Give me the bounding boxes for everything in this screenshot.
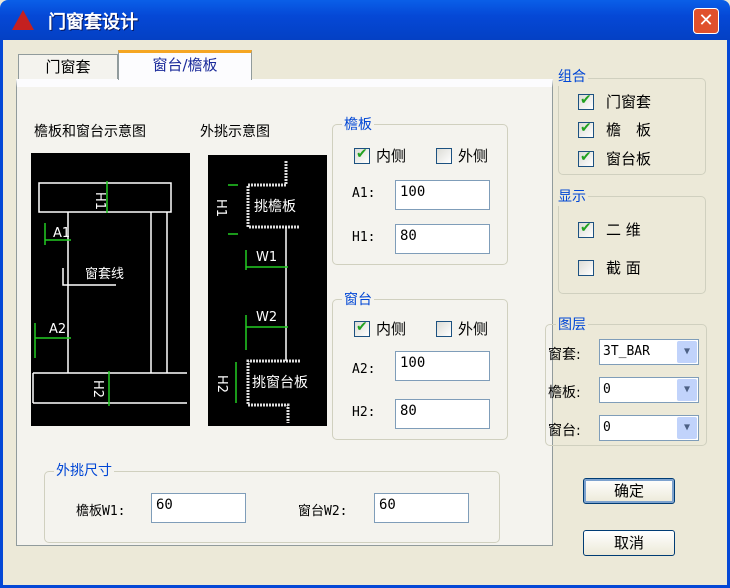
layer-frame-select[interactable]: 3T_BAR ▼ xyxy=(599,339,699,365)
a2-label: A2: xyxy=(352,362,376,377)
select-value: 0 xyxy=(603,382,611,397)
combo-frame-checkbox[interactable]: 门窗套 xyxy=(578,91,651,112)
label-overhang-eave: 挑檐板 xyxy=(254,199,296,215)
h1-input[interactable]: 80 xyxy=(395,224,490,254)
label-w1: W1 xyxy=(256,250,277,265)
diagram-caption-left: 檐板和窗台示意图 xyxy=(34,124,146,140)
label-overhang-sill: 挑窗台板 xyxy=(252,374,308,391)
checkbox-label: 外侧 xyxy=(458,320,489,338)
diagram-caption-right: 外挑示意图 xyxy=(200,124,270,140)
tab-door-window-frame[interactable]: 门窗套 xyxy=(18,54,118,80)
a1-input[interactable]: 100 xyxy=(395,180,490,210)
layer-sill-label: 窗台: xyxy=(548,423,581,439)
select-value: 0 xyxy=(603,420,611,435)
label-a1: A1 xyxy=(53,226,70,241)
checkbox-label: 内侧 xyxy=(376,320,407,338)
checkbox-icon[interactable] xyxy=(578,92,594,110)
checkbox-label: 外侧 xyxy=(458,147,489,165)
checkbox-icon[interactable] xyxy=(578,149,594,167)
eave-sill-diagram: H1 A1 窗套线 A2 H2 xyxy=(31,153,190,426)
checkbox-icon[interactable] xyxy=(354,146,370,164)
label-a2: A2 xyxy=(49,322,66,337)
chevron-down-icon[interactable]: ▼ xyxy=(677,341,697,363)
h1-label: H1: xyxy=(352,230,376,245)
overhang-group-title: 外挑尺寸 xyxy=(54,460,114,480)
sill-outer-checkbox[interactable]: 外侧 xyxy=(436,318,488,339)
cancel-button[interactable]: 取消 xyxy=(583,530,675,556)
h2-input[interactable]: 80 xyxy=(395,399,490,429)
layer-eave-select[interactable]: 0 ▼ xyxy=(599,377,699,403)
checkbox-label: 窗台板 xyxy=(606,150,652,168)
combo-sill-checkbox[interactable]: 窗台板 xyxy=(578,148,651,169)
label-h1: H1 xyxy=(213,199,228,217)
w2-input[interactable]: 60 xyxy=(374,493,469,523)
checkbox-icon[interactable] xyxy=(578,220,594,238)
sill-inner-checkbox[interactable]: 内侧 xyxy=(354,318,406,339)
window-title: 门窗套设计 xyxy=(48,12,138,33)
w1-label: 檐板W1: xyxy=(76,504,126,519)
display-group-title: 显示 xyxy=(556,186,588,206)
w2-label: 窗台W2: xyxy=(298,504,348,519)
checkbox-icon[interactable] xyxy=(578,120,594,138)
label-frame-line: 窗套线 xyxy=(85,266,124,282)
tab-sill-eave[interactable]: 窗台/檐板 xyxy=(118,50,252,80)
chevron-down-icon[interactable]: ▼ xyxy=(677,379,697,401)
ok-button[interactable]: 确定 xyxy=(583,478,675,504)
checkbox-icon[interactable] xyxy=(354,319,370,337)
a1-label: A1: xyxy=(352,186,376,201)
checkbox-icon[interactable] xyxy=(578,259,594,276)
checkbox-label: 截 面 xyxy=(606,259,641,277)
a2-input[interactable]: 100 xyxy=(395,351,490,381)
chevron-down-icon[interactable]: ▼ xyxy=(677,417,697,439)
w1-input[interactable]: 60 xyxy=(151,493,246,523)
label-h2: H2 xyxy=(90,380,105,398)
eave-group-title: 檐板 xyxy=(342,114,374,134)
layer-sill-select[interactable]: 0 ▼ xyxy=(599,415,699,441)
checkbox-label: 二 维 xyxy=(606,221,641,239)
label-h1: H1 xyxy=(92,192,107,210)
close-button[interactable]: ✕ xyxy=(693,8,719,34)
select-value: 3T_BAR xyxy=(603,344,650,359)
combo-eave-checkbox[interactable]: 檐 板 xyxy=(578,119,651,140)
label-h2: H2 xyxy=(214,375,229,393)
label-w2: W2 xyxy=(256,310,277,325)
eave-outer-checkbox[interactable]: 外侧 xyxy=(436,145,488,166)
display-group xyxy=(558,196,706,294)
display-2d-checkbox[interactable]: 二 维 xyxy=(578,219,641,240)
display-section-checkbox[interactable]: 截 面 xyxy=(578,257,641,278)
layers-group-title: 图层 xyxy=(556,314,588,334)
h2-label: H2: xyxy=(352,405,376,420)
checkbox-label: 门窗套 xyxy=(606,93,652,111)
layer-eave-label: 檐板: xyxy=(548,385,581,401)
checkbox-icon[interactable] xyxy=(436,147,452,164)
checkbox-label: 檐 板 xyxy=(606,121,652,139)
eave-inner-checkbox[interactable]: 内侧 xyxy=(354,145,406,166)
checkbox-icon[interactable] xyxy=(436,320,452,337)
sill-group-title: 窗台 xyxy=(342,289,374,309)
overhang-diagram: H1 挑檐板 W1 W2 H2 挑窗台板 xyxy=(208,155,327,426)
layer-frame-label: 窗套: xyxy=(548,347,581,363)
checkbox-label: 内侧 xyxy=(376,147,407,165)
combo-group-title: 组合 xyxy=(556,66,588,86)
